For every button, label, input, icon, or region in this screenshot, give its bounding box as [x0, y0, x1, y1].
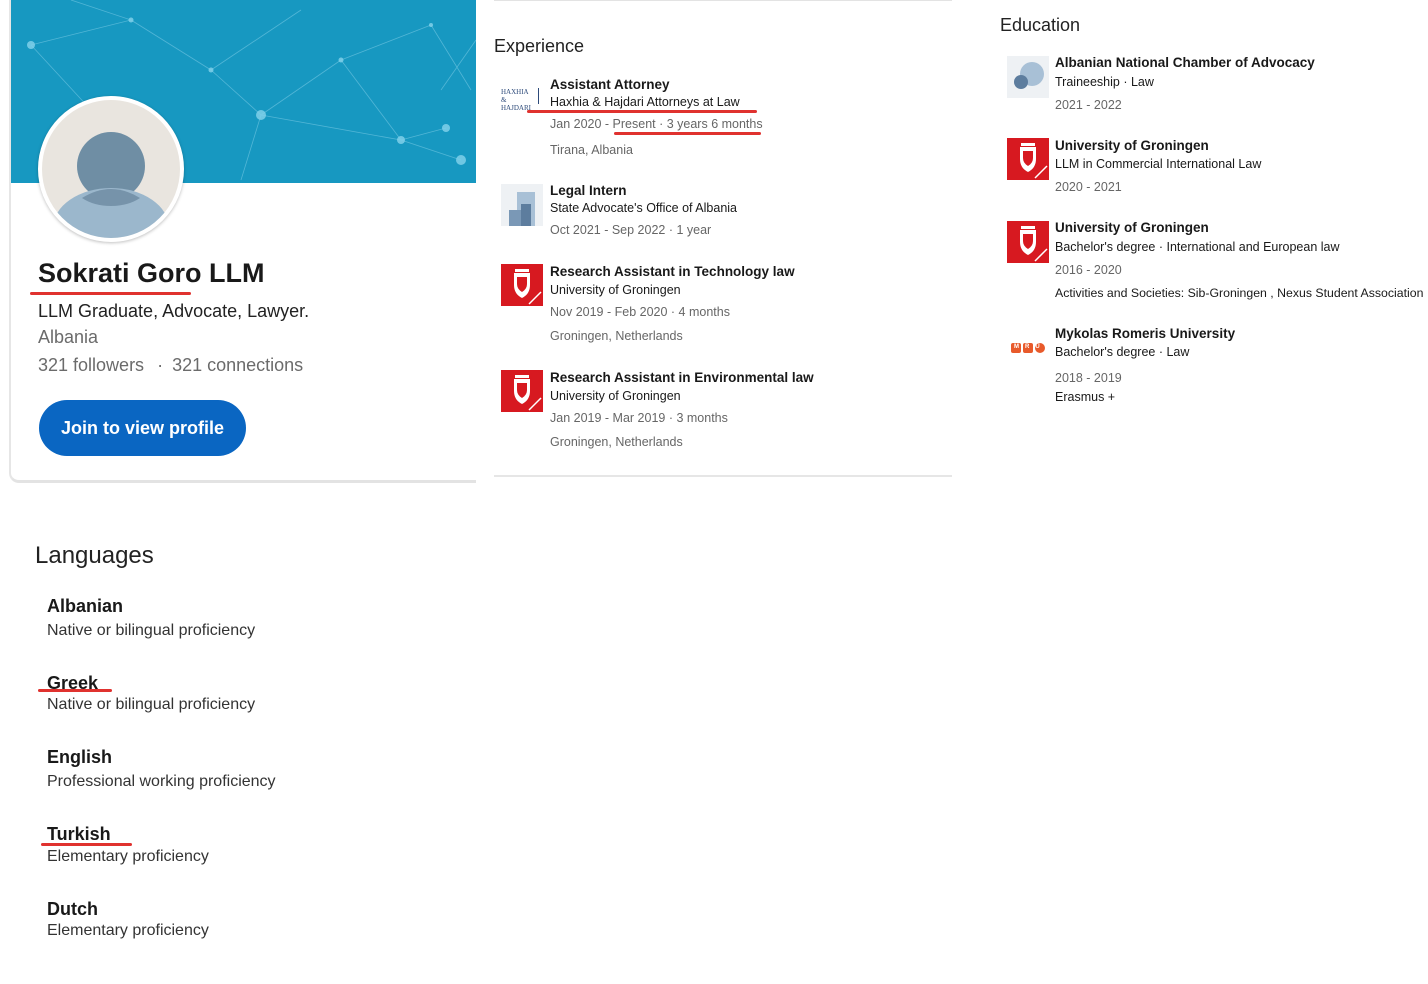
education-school[interactable]: Mykolas Romeris University: [1055, 326, 1235, 341]
experience-company[interactable]: University of Groningen: [550, 283, 681, 297]
experience-title[interactable]: Research Assistant in Environmental law: [550, 370, 814, 385]
divider: [494, 0, 952, 1]
crest-icon: [1020, 143, 1048, 179]
school-placeholder-logo[interactable]: [1007, 56, 1049, 98]
crest-icon: [514, 269, 542, 305]
education-dates: 2020 - 2021: [1055, 180, 1122, 194]
red-underline-annotation: [30, 292, 191, 295]
education-activities: Activities and Societies: Sib-Groningen …: [1055, 286, 1424, 300]
profile-location: Albania: [38, 327, 99, 347]
education-degree: LLM in Commercial International Law: [1055, 157, 1262, 171]
experience-title[interactable]: Legal Intern: [550, 183, 627, 198]
experience-dates: Jan 2019 - Mar 2019 · 3 months: [550, 411, 728, 425]
red-underline-annotation: [38, 689, 112, 692]
experience-company[interactable]: Haxhia & Hajdari Attorneys at Law: [550, 95, 740, 109]
language-name: Turkish: [47, 824, 111, 844]
logo-bar: [538, 88, 539, 104]
language-name: Albanian: [47, 596, 124, 616]
education-school[interactable]: University of Groningen: [1055, 220, 1209, 235]
mykolas-romeris-logo[interactable]: MRU: [1007, 327, 1049, 369]
school-icon: [1014, 62, 1044, 89]
education-dates: 2016 - 2020: [1055, 263, 1122, 277]
experience-dates: Nov 2019 - Feb 2020 · 4 months: [550, 305, 730, 319]
logo-text: HAXHIA & HAJDARI: [501, 88, 531, 112]
university-of-groningen-logo[interactable]: [501, 370, 543, 412]
university-of-groningen-logo[interactable]: [501, 264, 543, 306]
connections-count[interactable]: 321 connections: [172, 355, 303, 375]
experience-dates: Jan 2020 - Present · 3 years 6 months: [550, 117, 763, 131]
education-dates: 2021 - 2022: [1055, 98, 1122, 112]
university-of-groningen-logo[interactable]: [1007, 138, 1049, 180]
avatar: [38, 96, 184, 242]
red-underline-annotation: [527, 110, 757, 113]
experience-company[interactable]: University of Groningen: [550, 389, 681, 403]
experience-location: Groningen, Netherlands: [550, 435, 683, 449]
education-degree: Traineeship · Law: [1055, 75, 1154, 89]
education-school[interactable]: Albanian National Chamber of Advocacy: [1055, 55, 1315, 70]
join-to-view-profile-button[interactable]: Join to view profile: [39, 400, 246, 456]
haxhia-hajdari-logo[interactable]: HAXHIA & HAJDARI: [501, 78, 543, 120]
followers-count[interactable]: 321 followers: [38, 355, 144, 375]
profile-headline: LLM Graduate, Advocate, Lawyer.: [38, 301, 310, 321]
education-heading: Education: [1000, 15, 1081, 35]
education-degree: Bachelor's degree · International and Eu…: [1055, 240, 1340, 254]
education-extra: Erasmus +: [1055, 390, 1116, 404]
building-placeholder-logo[interactable]: [501, 184, 543, 226]
language-proficiency: Native or bilingual proficiency: [47, 622, 256, 639]
logo-text: MRU: [1014, 344, 1046, 350]
profile-counts: 321 followers · 321 connections: [38, 355, 303, 376]
crest-icon: [514, 375, 542, 411]
default-person-icon: [53, 132, 169, 238]
crest-icon: [1020, 226, 1048, 262]
experience-location: Tirana, Albania: [550, 143, 633, 157]
experience-title[interactable]: Assistant Attorney: [550, 77, 670, 92]
education-dates: 2018 - 2019: [1055, 371, 1122, 385]
red-underline-annotation: [41, 843, 132, 846]
divider: [494, 475, 952, 477]
education-degree: Bachelor's degree · Law: [1055, 345, 1190, 359]
language-name: Dutch: [47, 899, 98, 919]
language-proficiency: Elementary proficiency: [47, 922, 209, 939]
language-proficiency: Professional working proficiency: [47, 773, 276, 790]
experience-title[interactable]: Research Assistant in Technology law: [550, 264, 795, 279]
language-proficiency: Elementary proficiency: [47, 848, 209, 865]
university-of-groningen-logo[interactable]: [1007, 221, 1049, 263]
education-school[interactable]: University of Groningen: [1055, 138, 1209, 153]
experience-location: Groningen, Netherlands: [550, 329, 683, 343]
separator-dot: ·: [157, 355, 164, 375]
language-name: English: [47, 747, 113, 767]
profile-name: Sokrati Goro LLM: [38, 258, 265, 288]
red-underline-annotation: [614, 132, 761, 135]
experience-dates: Oct 2021 - Sep 2022 · 1 year: [550, 223, 712, 237]
building-icon: [509, 192, 535, 226]
experience-company[interactable]: State Advocate's Office of Albania: [550, 201, 737, 215]
language-proficiency: Native or bilingual proficiency: [47, 696, 256, 713]
experience-heading: Experience: [494, 36, 585, 56]
languages-heading: Languages: [35, 542, 154, 569]
